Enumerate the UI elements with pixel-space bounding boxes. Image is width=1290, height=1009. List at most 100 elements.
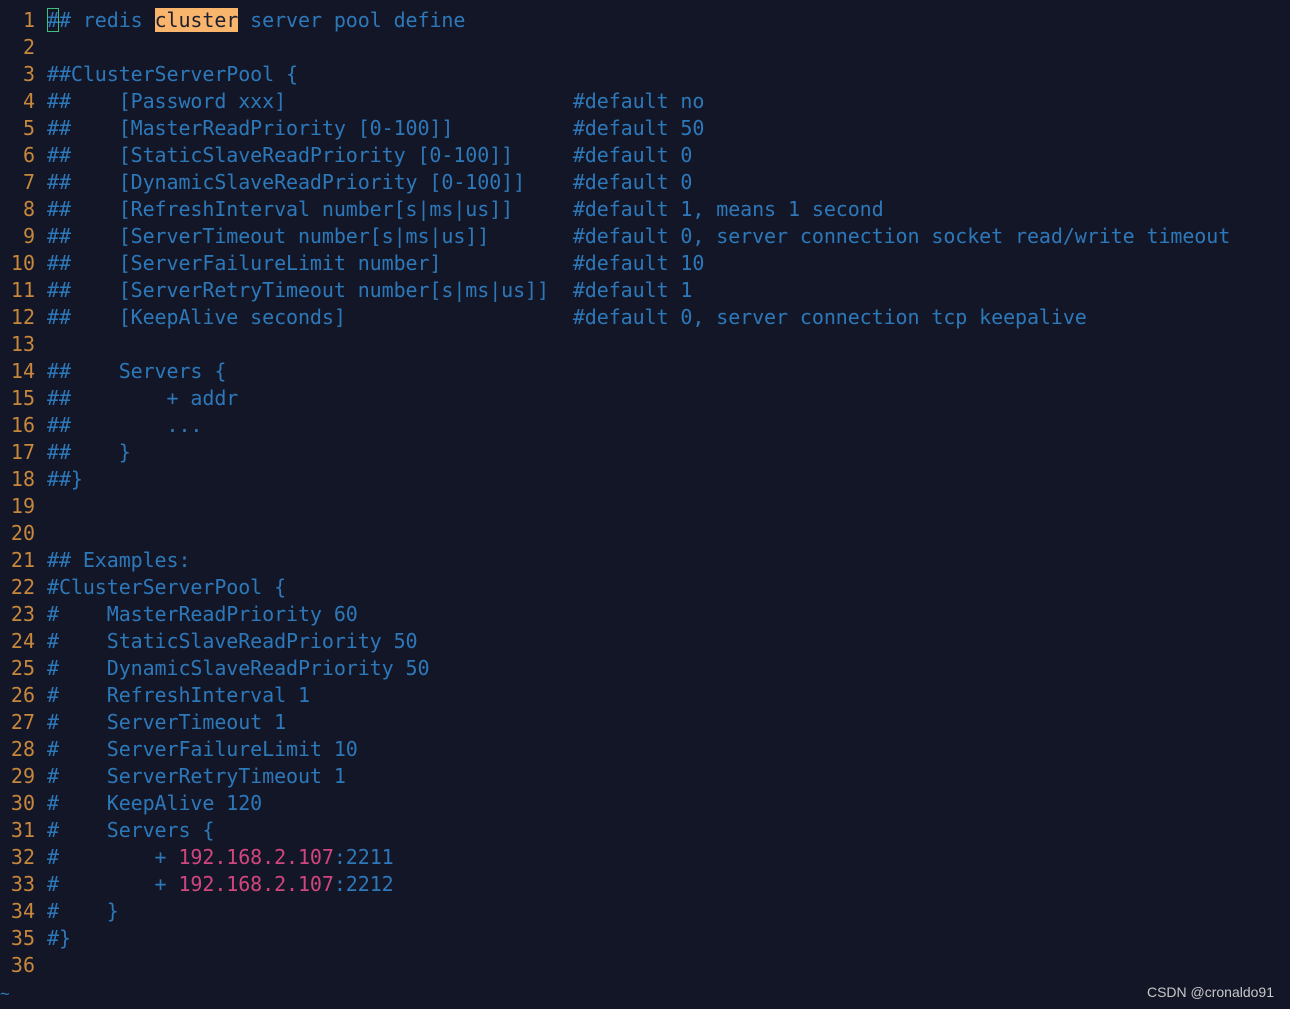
line-number: 23 — [10, 602, 35, 626]
code-line[interactable]: 14 ## Servers { — [0, 358, 1290, 385]
code-segment: ## } — [47, 440, 131, 464]
code-text[interactable]: # ServerFailureLimit 10 — [47, 736, 358, 763]
line-number: 13 — [10, 332, 35, 356]
code-line[interactable]: 4 ## [Password xxx] #default no — [0, 88, 1290, 115]
code-text[interactable]: # ServerRetryTimeout 1 — [47, 763, 346, 790]
code-segment: # redis — [58, 8, 155, 32]
line-number: 31 — [10, 818, 35, 842]
code-text[interactable]: ## [RefreshInterval number[s|ms|us]] #de… — [47, 196, 884, 223]
line-number: 34 — [10, 899, 35, 923]
code-line[interactable]: 8 ## [RefreshInterval number[s|ms|us]] #d… — [0, 196, 1290, 223]
line-number: 29 — [10, 764, 35, 788]
code-line[interactable]: 31 # Servers { — [0, 817, 1290, 844]
code-text[interactable]: ##ClusterServerPool { — [47, 61, 298, 88]
code-line[interactable]: 5 ## [MasterReadPriority [0-100]] #defaul… — [0, 115, 1290, 142]
code-segment: ## [StaticSlaveReadPriority [0-100]] #de… — [47, 143, 693, 167]
code-text[interactable]: # + 192.168.2.107:2212 — [47, 871, 394, 898]
code-line[interactable]: 3 ##ClusterServerPool { — [0, 61, 1290, 88]
code-text[interactable]: # MasterReadPriority 60 — [47, 601, 358, 628]
code-text[interactable]: ## [ServerTimeout number[s|ms|us]] #defa… — [47, 223, 1230, 250]
line-number: 35 — [10, 926, 35, 950]
code-text[interactable]: # + 192.168.2.107:2211 — [47, 844, 394, 871]
code-segment: ## [ServerRetryTimeout number[s|ms|us]] … — [47, 278, 693, 302]
code-text[interactable]: ## Examples: — [47, 547, 191, 574]
code-segment: #} — [47, 926, 71, 950]
code-line[interactable]: 7 ## [DynamicSlaveReadPriority [0-100]] #… — [0, 169, 1290, 196]
code-segment: # + — [47, 845, 179, 869]
code-line[interactable]: 26 # RefreshInterval 1 — [0, 682, 1290, 709]
code-line[interactable]: 20 — [0, 520, 1290, 547]
line-number: 12 — [10, 305, 35, 329]
code-line[interactable]: 19 — [0, 493, 1290, 520]
code-text[interactable]: # DynamicSlaveReadPriority 50 — [47, 655, 430, 682]
editor-buffer[interactable]: 1 ## redis cluster server pool define 2 3 ##… — [0, 7, 1290, 979]
code-line[interactable]: 23 # MasterReadPriority 60 — [0, 601, 1290, 628]
code-text[interactable]: #ClusterServerPool { — [47, 574, 286, 601]
code-text[interactable]: ##} — [47, 466, 83, 493]
code-text[interactable]: ## redis cluster server pool define — [47, 7, 465, 34]
code-text[interactable]: # Servers { — [47, 817, 214, 844]
code-line[interactable]: 15 ## + addr — [0, 385, 1290, 412]
code-text[interactable]: ## Servers { — [47, 358, 226, 385]
code-text[interactable]: ## [ServerRetryTimeout number[s|ms|us]] … — [47, 277, 692, 304]
code-segment: # ServerTimeout 1 — [47, 710, 287, 734]
code-line[interactable]: 12 ## [KeepAlive seconds] #default 0, ser… — [0, 304, 1290, 331]
code-line[interactable]: 16 ## ... — [0, 412, 1290, 439]
code-line[interactable]: 29 # ServerRetryTimeout 1 — [0, 763, 1290, 790]
code-line[interactable]: 17 ## } — [0, 439, 1290, 466]
ip-address: 192.168.2.107 — [178, 845, 334, 869]
code-text[interactable]: #} — [47, 925, 71, 952]
code-text[interactable]: ## [DynamicSlaveReadPriority [0-100]] #d… — [47, 169, 692, 196]
code-text[interactable]: # } — [47, 898, 119, 925]
code-text[interactable]: # ServerTimeout 1 — [47, 709, 286, 736]
code-segment: ## + addr — [47, 386, 239, 410]
code-line[interactable]: 11 ## [ServerRetryTimeout number[s|ms|us]… — [0, 277, 1290, 304]
watermark: CSDN @cronaldo91 — [1146, 984, 1274, 1000]
code-text[interactable]: ## } — [47, 439, 131, 466]
code-segment: # DynamicSlaveReadPriority 50 — [47, 656, 430, 680]
ip-address: 192.168.2.107 — [178, 872, 334, 896]
line-number: 19 — [10, 494, 35, 518]
code-line[interactable]: 33 # + 192.168.2.107:2212 — [0, 871, 1290, 898]
code-line[interactable]: 28 # ServerFailureLimit 10 — [0, 736, 1290, 763]
code-segment: # ServerFailureLimit 10 — [47, 737, 358, 761]
code-line[interactable]: 22 #ClusterServerPool { — [0, 574, 1290, 601]
code-line[interactable]: 24 # StaticSlaveReadPriority 50 — [0, 628, 1290, 655]
code-line[interactable]: 1 ## redis cluster server pool define — [0, 7, 1290, 34]
code-line[interactable]: 27 # ServerTimeout 1 — [0, 709, 1290, 736]
code-segment: # KeepAlive 120 — [47, 791, 263, 815]
code-text[interactable]: ## ... — [47, 412, 202, 439]
code-line[interactable]: 21 ## Examples: — [0, 547, 1290, 574]
line-number: 32 — [10, 845, 35, 869]
empty-line-tilde: ~ — [0, 984, 10, 1003]
line-number: 10 — [10, 251, 35, 275]
code-segment: # Servers { — [47, 818, 215, 842]
code-line[interactable]: 9 ## [ServerTimeout number[s|ms|us]] #def… — [0, 223, 1290, 250]
code-line[interactable]: 25 # DynamicSlaveReadPriority 50 — [0, 655, 1290, 682]
text-cursor: # — [47, 8, 59, 32]
code-line[interactable]: 30 # KeepAlive 120 — [0, 790, 1290, 817]
code-line[interactable]: 32 # + 192.168.2.107:2211 — [0, 844, 1290, 871]
code-text[interactable]: # KeepAlive 120 — [47, 790, 262, 817]
code-line[interactable]: 35 #} — [0, 925, 1290, 952]
code-text[interactable]: ## [MasterReadPriority [0-100]] #default… — [47, 115, 704, 142]
code-text[interactable]: ## + addr — [47, 385, 238, 412]
code-text[interactable]: ## [Password xxx] #default no — [47, 88, 704, 115]
code-line[interactable]: 13 — [0, 331, 1290, 358]
search-match: cluster — [154, 8, 239, 32]
code-line[interactable]: 6 ## [StaticSlaveReadPriority [0-100]] #d… — [0, 142, 1290, 169]
code-text[interactable]: ## [ServerFailureLimit number] #default … — [47, 250, 704, 277]
code-line[interactable]: 18 ##} — [0, 466, 1290, 493]
code-line[interactable]: 34 # } — [0, 898, 1290, 925]
code-line[interactable]: 2 — [0, 34, 1290, 61]
code-text[interactable]: # RefreshInterval 1 — [47, 682, 310, 709]
code-segment: # } — [47, 899, 119, 923]
code-text[interactable]: # StaticSlaveReadPriority 50 — [47, 628, 418, 655]
code-line[interactable]: 36 — [0, 952, 1290, 979]
line-number: 22 — [10, 575, 35, 599]
code-segment: ##} — [47, 467, 83, 491]
line-number: 5 — [22, 116, 35, 140]
code-line[interactable]: 10 ## [ServerFailureLimit number] #defaul… — [0, 250, 1290, 277]
code-text[interactable]: ## [KeepAlive seconds] #default 0, serve… — [47, 304, 1087, 331]
code-text[interactable]: ## [StaticSlaveReadPriority [0-100]] #de… — [47, 142, 692, 169]
